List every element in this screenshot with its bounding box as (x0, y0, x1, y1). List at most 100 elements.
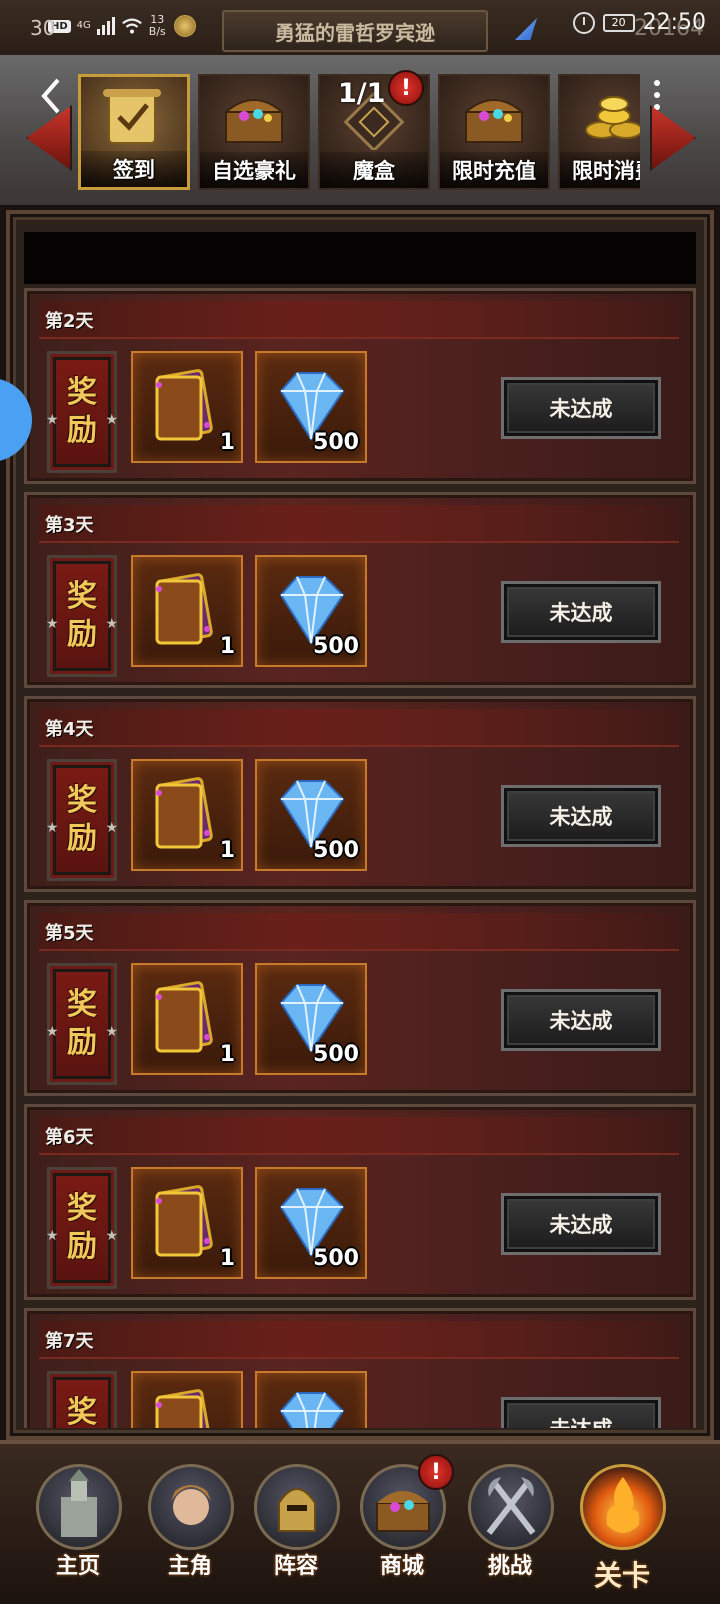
reward-char: 奖 (67, 1395, 97, 1428)
reward-label-plate: 奖 励 ★ ★ (47, 1371, 117, 1428)
nav-lineup[interactable]: 阵容 (246, 1458, 346, 1590)
reward-item[interactable]: 500 (255, 759, 367, 871)
crossed-axes-icon (468, 1464, 554, 1550)
nav-stage[interactable]: 关卡 (572, 1458, 672, 1592)
battery-icon: 20 (602, 13, 635, 32)
tab-limited-recharge[interactable]: 限时充值 (438, 74, 550, 190)
item-quantity: 1 (219, 1042, 235, 1067)
row-header (39, 1321, 679, 1359)
star-icon: ★ (105, 1228, 118, 1244)
nav-challenge[interactable]: 挑战 (460, 1458, 560, 1590)
knight-helmet-icon (254, 1464, 340, 1550)
star-icon: ★ (105, 1024, 118, 1040)
claim-status-button[interactable]: 未达成 (501, 581, 661, 643)
diamond-icon (261, 1375, 361, 1428)
nav-hero[interactable]: 主角 (140, 1458, 240, 1590)
nav-home[interactable]: 主页 (28, 1458, 128, 1590)
status-left-number: 30 (30, 16, 56, 40)
reward-row: 第4天 奖 励 ★ ★ 1 500 未达成 (24, 696, 696, 892)
reward-item[interactable]: 1 (131, 963, 243, 1075)
tab-optional-gift[interactable]: 自选豪礼 (198, 74, 310, 190)
reward-item[interactable]: 500 (255, 963, 367, 1075)
tab-label: 限时消费 (560, 152, 640, 188)
item-quantity: 1 (219, 1246, 235, 1271)
day-label: 第6天 (45, 1127, 94, 1148)
signal-icon (96, 17, 115, 35)
reward-label-plate: 奖 励 ★ ★ (46, 555, 118, 677)
reward-row: 第6天 奖 励 ★ ★ 1 500 未达成 (24, 1104, 696, 1300)
reward-item[interactable]: 1 (131, 1167, 243, 1279)
nav-label: 挑战 (487, 1554, 532, 1579)
reward-item[interactable]: 1 (131, 759, 243, 871)
reward-row: 第7天 奖 励 ★ ★ 未达成 (24, 1308, 696, 1428)
claim-status-button[interactable]: 未达成 (501, 1193, 661, 1255)
sign-in-panel: 第2天 奖 励 ★ ★ 1 500 未达成 第3天 奖 励 ★ ★ 1 500 … (6, 210, 714, 1440)
tab-label: 签到 (81, 151, 187, 187)
reward-label-text: 奖 励 (56, 768, 108, 872)
star-icon: ★ (46, 412, 59, 428)
chest-icon (463, 99, 525, 143)
reward-item[interactable]: 500 (255, 555, 367, 667)
tab-label: 限时充值 (440, 152, 548, 188)
network-label: 4G (76, 20, 91, 31)
claim-status-button[interactable]: 未达成 (501, 377, 661, 439)
tab-sign-in[interactable]: 签到 (78, 74, 190, 190)
row-header (39, 301, 679, 339)
reward-item[interactable]: 1 (131, 555, 243, 667)
tab-limited-spend[interactable]: 限时消费 (558, 74, 640, 190)
reward-label-plate: 奖 励 ★ ★ (46, 759, 118, 881)
star-icon: ★ (105, 616, 118, 632)
reward-item[interactable] (131, 1371, 243, 1428)
coin-icon (173, 15, 196, 37)
tab-label: 魔盒 (320, 152, 428, 188)
nav-label: 阵容 (273, 1554, 318, 1579)
chest-icon (223, 99, 285, 143)
day-label: 第5天 (45, 923, 94, 944)
reward-char: 奖 (67, 987, 97, 1022)
claim-status-button[interactable]: 未达成 (501, 785, 661, 847)
tab-label: 自选豪礼 (200, 152, 308, 188)
reward-item[interactable]: 500 (255, 351, 367, 463)
chevron-left-icon (41, 78, 60, 114)
vip-card-icon (137, 1375, 237, 1428)
reward-item[interactable]: 500 (255, 1167, 367, 1279)
status-label: 未达成 (549, 805, 613, 829)
reward-list[interactable]: 第2天 奖 励 ★ ★ 1 500 未达成 第3天 奖 励 ★ ★ 1 500 … (24, 288, 696, 1428)
more-options-button[interactable] (650, 80, 664, 110)
reward-char: 奖 (67, 1191, 97, 1226)
status-right: 20 22:50 (572, 10, 706, 35)
status-label: 未达成 (550, 1413, 613, 1428)
gold-coins-icon (585, 96, 640, 139)
panel-header (24, 232, 696, 284)
row-header (39, 709, 679, 747)
reward-item[interactable]: 1 (131, 351, 243, 463)
clock-time: 22:50 (642, 10, 706, 35)
reward-label-text: 奖 励 (56, 1380, 108, 1428)
item-quantity: 1 (219, 430, 235, 455)
reward-label-text: 奖 励 (56, 564, 108, 668)
direction-arrow-icon (515, 18, 537, 40)
item-quantity: 500 (313, 1042, 359, 1067)
reward-char: 励 (67, 617, 97, 652)
reward-label-plate: 奖 励 ★ ★ (46, 351, 118, 473)
item-quantity: 500 (313, 838, 359, 863)
reward-char: 奖 (67, 783, 97, 818)
claim-status-button[interactable]: 未达成 (501, 989, 661, 1051)
bottom-nav: 主页 主角 阵容 商城 ! 挑战 关卡 (0, 1440, 720, 1604)
claim-status-button[interactable]: 未达成 (501, 1397, 661, 1428)
nav-label: 关卡 (593, 1559, 650, 1592)
day-label: 第4天 (45, 719, 94, 740)
wifi-icon (121, 18, 142, 34)
shop-alert-badge: ! (418, 1454, 454, 1490)
reward-char: 励 (67, 1229, 97, 1264)
player-name: 勇猛的雷哲罗宾逊 (275, 20, 435, 45)
reward-char: 励 (67, 413, 97, 448)
reward-row: 第3天 奖 励 ★ ★ 1 500 未达成 (24, 492, 696, 688)
star-icon: ★ (46, 616, 59, 632)
status-label: 未达成 (549, 601, 613, 625)
scroll-icon (103, 89, 161, 144)
status-bar: 30 HD 4G 13 B/s 勇猛的雷哲罗宾逊 20164 20 22:50 (0, 0, 720, 57)
network-speed: 13 B/s (149, 14, 166, 38)
reward-label-plate: 奖 励 ★ ★ (46, 1167, 118, 1289)
reward-item[interactable] (255, 1371, 367, 1428)
